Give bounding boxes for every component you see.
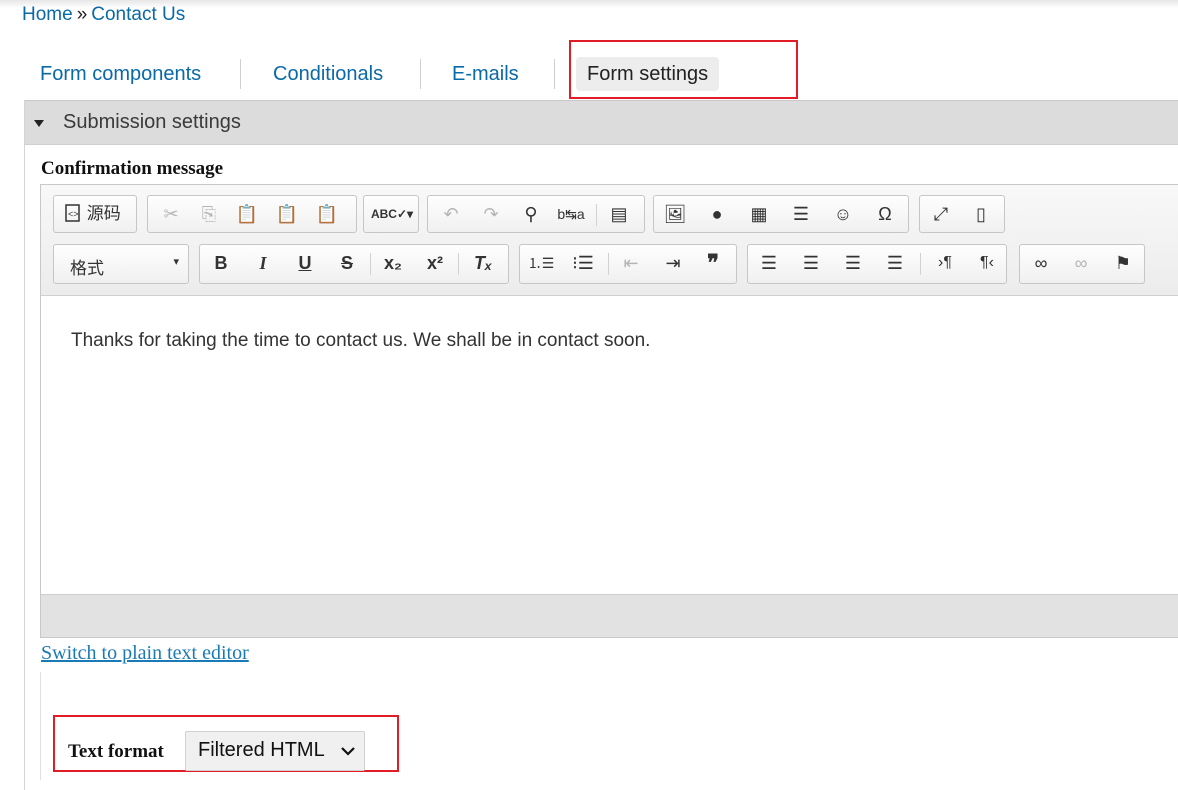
text-format-selected-value: Filtered HTML xyxy=(198,739,325,761)
chevron-down-icon xyxy=(341,747,355,756)
svg-text:<>: <> xyxy=(68,209,79,219)
rtl-icon[interactable]: ¶‹ xyxy=(972,249,1002,277)
unlink-icon[interactable]: ∞ xyxy=(1066,249,1096,277)
toolbar-separator xyxy=(596,204,597,226)
subscript-icon[interactable]: x₂ xyxy=(378,249,408,277)
image-icon[interactable]: 🖼 xyxy=(660,200,690,228)
tab-divider xyxy=(554,59,555,89)
dropdown-arrow-icon: ▾ xyxy=(173,256,179,268)
toolbar-group-tools: ⤢ ▯ xyxy=(919,195,1005,233)
text-format-select[interactable]: Filtered HTML xyxy=(185,731,365,771)
replace-icon[interactable]: b↹a xyxy=(556,200,586,228)
source-icon: <> xyxy=(65,204,80,222)
justify-icon[interactable]: ☰ xyxy=(880,249,910,277)
underline-icon[interactable]: U xyxy=(290,249,320,277)
link-icon[interactable]: ∞ xyxy=(1026,249,1056,277)
text-format-label: Text format xyxy=(68,741,164,762)
paste-icon[interactable]: 📋 xyxy=(232,200,262,228)
blockquote-icon[interactable]: ❞ xyxy=(698,249,728,277)
toolbar-group-spellcheck: ABC✓▾ xyxy=(363,195,419,233)
toolbar-group-paragraph: ⒈☰ ⁝☰ ⇤ ⇥ ❞ xyxy=(519,244,737,284)
collapse-triangle-icon xyxy=(34,120,44,127)
paste-word-icon[interactable]: 📋 xyxy=(312,200,342,228)
tab-conditionals[interactable]: Conditionals xyxy=(273,55,383,93)
toolbar-group-clipboard: ✂ ⎘ 📋 📋 📋 xyxy=(147,195,357,233)
spellcheck-icon[interactable]: ABC✓▾ xyxy=(370,200,414,228)
toolbar-group-links: ∞ ∞ ⚑ xyxy=(1019,244,1145,284)
flash-icon[interactable]: ● xyxy=(702,200,732,228)
remove-format-icon[interactable]: Tₓ xyxy=(468,249,498,277)
fieldset-border xyxy=(40,672,41,780)
submission-settings-title: Submission settings xyxy=(63,111,241,133)
bulleted-list-icon[interactable]: ⁝☰ xyxy=(568,249,598,277)
tab-divider xyxy=(420,59,421,89)
editor-content[interactable]: Thanks for taking the time to contact us… xyxy=(71,330,650,352)
highlight-box-form-settings xyxy=(569,40,798,99)
editor-toolbar: <> 源码 ✂ ⎘ 📋 📋 📋 ABC✓▾ ↶ ↷ ⚲ b↹a ▤ 🖼 ● ▦ … xyxy=(41,185,1178,296)
align-left-icon[interactable]: ☰ xyxy=(754,249,784,277)
tab-e-mails[interactable]: E-mails xyxy=(452,55,519,93)
special-char-icon[interactable]: Ω xyxy=(870,200,900,228)
smiley-icon[interactable]: ☺ xyxy=(828,200,858,228)
toolbar-group-editing: ↶ ↷ ⚲ b↹a ▤ xyxy=(427,195,645,233)
breadcrumb-separator: » xyxy=(76,4,88,25)
select-all-icon[interactable]: ▤ xyxy=(604,200,634,228)
editor-bottom-bar xyxy=(41,594,1178,637)
submission-settings-legend[interactable]: Submission settings xyxy=(25,100,1178,145)
ltr-icon[interactable]: ›¶ xyxy=(930,249,960,277)
toolbar-separator xyxy=(920,253,921,275)
breadcrumb-home-link[interactable]: Home xyxy=(22,4,73,25)
format-dropdown-label: 格式 xyxy=(70,259,104,278)
bold-icon[interactable]: B xyxy=(206,249,236,277)
redo-icon[interactable]: ↷ xyxy=(476,200,506,228)
toolbar-group-source: <> 源码 xyxy=(53,195,137,233)
toolbar-group-insert: 🖼 ● ▦ ☰ ☺ Ω xyxy=(653,195,909,233)
paste-text-icon[interactable]: 📋 xyxy=(272,200,302,228)
breadcrumb-contact-us-link[interactable]: Contact Us xyxy=(91,4,185,25)
italic-icon[interactable]: I xyxy=(248,249,278,277)
breadcrumb: Home» Contact Us xyxy=(22,4,185,26)
toolbar-separator xyxy=(370,253,371,275)
anchor-icon[interactable]: ⚑ xyxy=(1108,249,1138,277)
table-icon[interactable]: ▦ xyxy=(744,200,774,228)
indent-icon[interactable]: ⇥ xyxy=(658,249,688,277)
toolbar-group-basicstyles: B I U S x₂ x² Tₓ xyxy=(199,244,509,284)
source-button-label: 源码 xyxy=(86,204,121,223)
switch-to-plain-text-link[interactable]: Switch to plain text editor xyxy=(41,642,249,665)
align-center-icon[interactable]: ☰ xyxy=(796,249,826,277)
format-dropdown[interactable]: 格式 ▾ xyxy=(53,244,189,284)
numbered-list-icon[interactable]: ⒈☰ xyxy=(526,249,556,277)
strikethrough-icon[interactable]: S xyxy=(332,249,362,277)
find-icon[interactable]: ⚲ xyxy=(516,200,546,228)
confirmation-message-label: Confirmation message xyxy=(41,158,224,179)
show-blocks-icon[interactable]: ▯ xyxy=(966,200,996,228)
align-right-icon[interactable]: ☰ xyxy=(838,249,868,277)
outdent-icon[interactable]: ⇤ xyxy=(616,249,646,277)
toolbar-group-align: ☰ ☰ ☰ ☰ ›¶ ¶‹ xyxy=(747,244,1007,284)
tab-form-components[interactable]: Form components xyxy=(40,55,201,93)
toolbar-separator xyxy=(458,253,459,275)
toolbar-separator xyxy=(608,253,609,275)
cut-icon[interactable]: ✂ xyxy=(156,200,186,228)
horizontal-rule-icon[interactable]: ☰ xyxy=(786,200,816,228)
superscript-icon[interactable]: x² xyxy=(420,249,450,277)
copy-icon[interactable]: ⎘ xyxy=(194,200,224,228)
source-button[interactable]: <> 源码 xyxy=(58,200,134,228)
tab-divider xyxy=(240,59,241,89)
undo-icon[interactable]: ↶ xyxy=(436,200,466,228)
rich-text-editor: <> 源码 ✂ ⎘ 📋 📋 📋 ABC✓▾ ↶ ↷ ⚲ b↹a ▤ 🖼 ● ▦ … xyxy=(40,184,1178,638)
maximize-icon[interactable]: ⤢ xyxy=(926,200,956,228)
